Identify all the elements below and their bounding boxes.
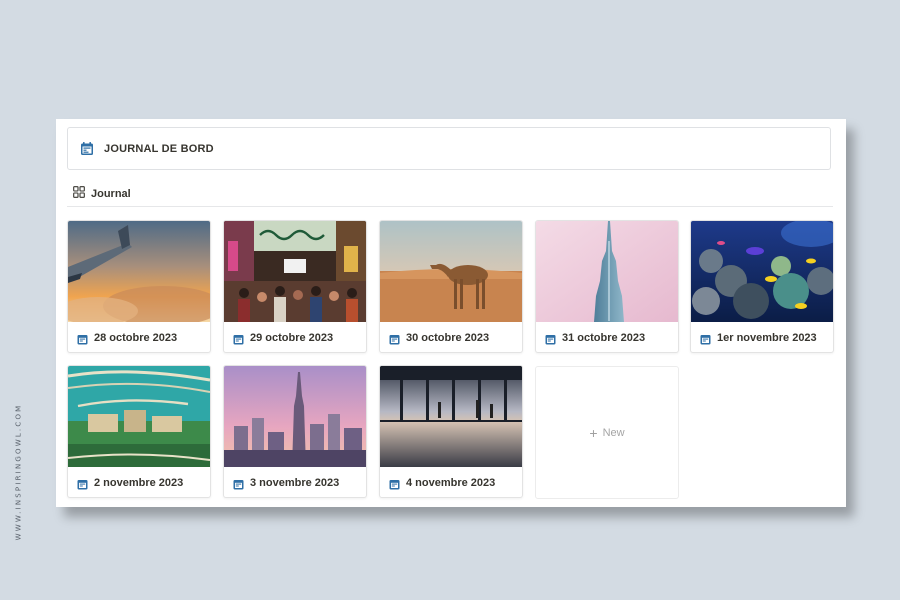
card-cover-image xyxy=(68,366,210,467)
notion-page-panel: JOURNAL DE BORD Journal 28 octobre 2023 … xyxy=(56,119,846,507)
page-header[interactable]: JOURNAL DE BORD xyxy=(67,127,831,170)
card-cover-image xyxy=(68,221,210,322)
new-card-label: New xyxy=(602,426,625,439)
gallery-card[interactable]: 31 octobre 2023 xyxy=(535,220,679,353)
calendar-icon xyxy=(700,332,711,345)
card-cover-image xyxy=(224,221,366,322)
card-cover-image xyxy=(536,221,678,322)
view-tab-journal[interactable]: Journal xyxy=(73,185,131,203)
gallery-card[interactable]: 29 octobre 2023 xyxy=(223,220,367,353)
gallery-card[interactable]: 30 octobre 2023 xyxy=(379,220,523,353)
card-cover-image xyxy=(380,221,522,322)
card-title: 28 octobre 2023 xyxy=(94,331,178,344)
plus-icon: + xyxy=(589,424,598,441)
card-cover-image xyxy=(691,221,833,322)
watermark-text: WWW.INSPIRINGOWL.COM xyxy=(14,403,22,541)
card-title: 4 novembre 2023 xyxy=(406,476,496,489)
card-title: 3 novembre 2023 xyxy=(250,476,340,489)
calendar-icon xyxy=(77,477,88,490)
calendar-icon xyxy=(80,141,94,156)
new-card-button[interactable]: + New xyxy=(535,366,679,499)
watermark: WWW.INSPIRINGOWL.COM xyxy=(10,402,26,542)
calendar-icon xyxy=(77,332,88,345)
gallery-card[interactable]: 4 novembre 2023 xyxy=(379,365,523,498)
gallery-card[interactable]: 28 octobre 2023 xyxy=(67,220,211,353)
calendar-icon xyxy=(233,332,244,345)
card-title: 31 octobre 2023 xyxy=(562,331,646,344)
gallery-card[interactable]: 3 novembre 2023 xyxy=(223,365,367,498)
calendar-icon xyxy=(233,477,244,490)
gallery-icon xyxy=(73,185,85,203)
card-title: 30 octobre 2023 xyxy=(406,331,490,344)
calendar-icon xyxy=(389,332,400,345)
card-cover-image xyxy=(224,366,366,467)
card-cover-image xyxy=(380,366,522,467)
view-label: Journal xyxy=(91,188,131,200)
gallery-card[interactable]: 1er novembre 2023 xyxy=(690,220,834,353)
calendar-icon xyxy=(389,477,400,490)
card-title: 2 novembre 2023 xyxy=(94,476,184,489)
gallery-card[interactable]: 2 novembre 2023 xyxy=(67,365,211,498)
card-title: 1er novembre 2023 xyxy=(717,331,817,344)
calendar-icon xyxy=(545,332,556,345)
page-title: JOURNAL DE BORD xyxy=(104,142,214,155)
card-title: 29 octobre 2023 xyxy=(250,331,334,344)
divider xyxy=(67,206,833,207)
